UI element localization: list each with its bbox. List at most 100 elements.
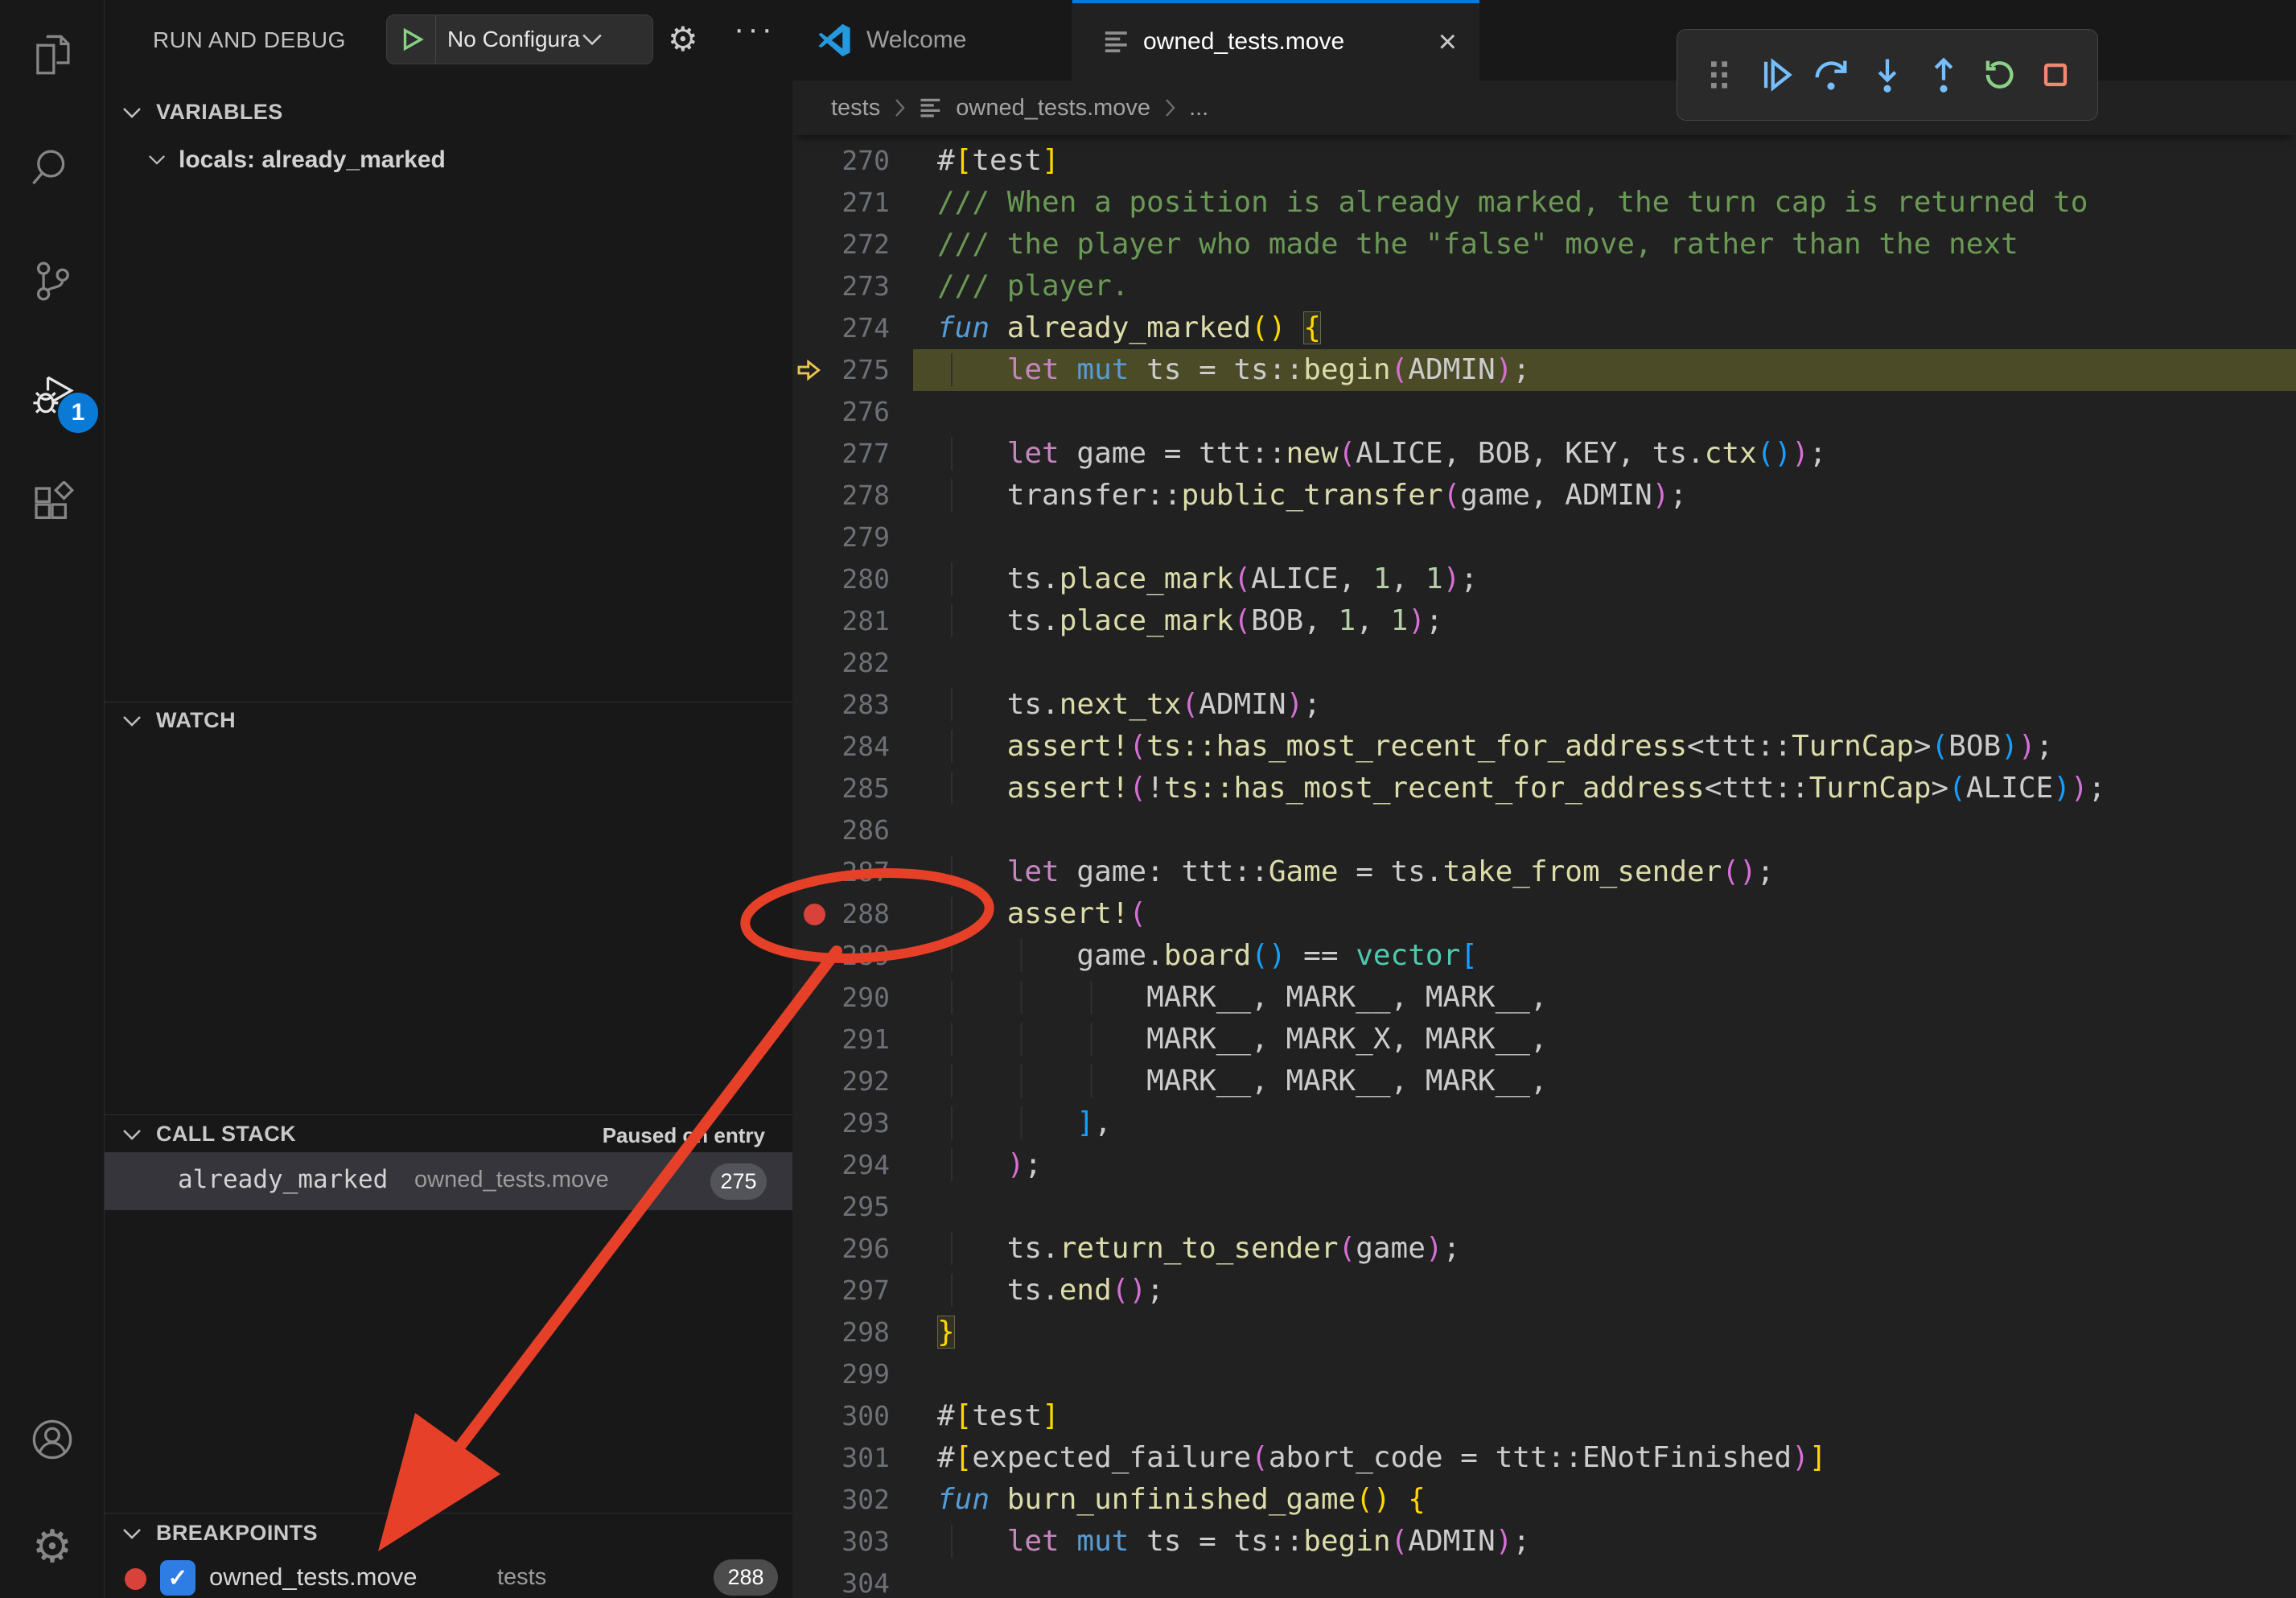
gutter[interactable]: 287 (792, 851, 937, 893)
gutter[interactable]: 283 (792, 684, 937, 726)
code-line-271[interactable]: 271/// When a position is already marked… (792, 182, 2296, 224)
code-line-284[interactable]: 284 assert!(ts::has_most_recent_for_addr… (792, 726, 2296, 768)
call-stack-frame-row[interactable]: already_marked owned_tests.move 275 (105, 1152, 792, 1210)
code-line-276[interactable]: 276 (792, 391, 2296, 433)
breakpoint-checkbox[interactable]: ✓ (160, 1560, 195, 1596)
code-line-286[interactable]: 286 (792, 809, 2296, 851)
code-line-279[interactable]: 279 (792, 517, 2296, 558)
gutter[interactable]: 276 (792, 391, 937, 433)
gutter[interactable]: 285 (792, 768, 937, 809)
code-line-294[interactable]: 294 ); (792, 1144, 2296, 1186)
code-line-292[interactable]: 292 MARK__, MARK__, MARK__, (792, 1061, 2296, 1102)
tab-welcome[interactable]: Welcome (792, 0, 1072, 80)
code-line-273[interactable]: 273/// player. (792, 266, 2296, 307)
activity-run-and-debug[interactable]: 1 (0, 349, 105, 438)
close-icon[interactable]: × (1438, 26, 1457, 58)
gutter[interactable]: 293 (792, 1102, 937, 1144)
gutter[interactable]: 274 (792, 307, 937, 349)
gutter[interactable]: 299 (792, 1353, 937, 1395)
gutter[interactable]: 302 (792, 1479, 937, 1521)
gutter[interactable]: 275 (792, 349, 937, 391)
stop-button[interactable] (2031, 43, 2080, 107)
activity-settings[interactable]: ⚙ (0, 1503, 105, 1592)
code-line-300[interactable]: 300#[test] (792, 1395, 2296, 1437)
gutter[interactable]: 271 (792, 182, 937, 224)
code-line-301[interactable]: 301#[expected_failure(abort_code = ttt::… (792, 1437, 2296, 1479)
breakpoint-list-item[interactable]: ✓ owned_tests.move tests 288 (105, 1556, 792, 1598)
code-line-303[interactable]: 303 let mut ts = ts::begin(ADMIN); (792, 1521, 2296, 1563)
code-line-296[interactable]: 296 ts.return_to_sender(game); (792, 1228, 2296, 1270)
code-line-270[interactable]: 270#[test] (792, 140, 2296, 182)
code-line-282[interactable]: 282 (792, 642, 2296, 684)
gutter[interactable]: 278 (792, 475, 937, 517)
gutter[interactable]: 301 (792, 1437, 937, 1479)
code-line-277[interactable]: 277 let game = ttt::new(ALICE, BOB, KEY,… (792, 433, 2296, 475)
gutter[interactable]: 303 (792, 1521, 937, 1563)
tab-owned-tests[interactable]: owned_tests.move × (1072, 0, 1479, 80)
code-line-275[interactable]: 275 let mut ts = ts::begin(ADMIN); (792, 349, 2296, 391)
code-line-289[interactable]: 289 game.board() == vector[ (792, 935, 2296, 977)
gutter[interactable]: 281 (792, 600, 937, 642)
code-line-278[interactable]: 278 transfer::public_transfer(game, ADMI… (792, 475, 2296, 517)
more-actions-icon[interactable]: ··· (734, 11, 776, 47)
gutter[interactable]: 286 (792, 809, 937, 851)
launch-configuration-dropdown[interactable]: No Configura (386, 14, 653, 64)
gutter[interactable]: 298 (792, 1312, 937, 1353)
gutter[interactable]: 282 (792, 642, 937, 684)
gutter[interactable]: 297 (792, 1270, 937, 1312)
drag-grip-icon[interactable] (1695, 43, 1743, 107)
code-line-291[interactable]: 291 MARK__, MARK_X, MARK__, (792, 1019, 2296, 1061)
code-line-283[interactable]: 283 ts.next_tx(ADMIN); (792, 684, 2296, 726)
activity-account[interactable] (0, 1395, 105, 1484)
code-line-281[interactable]: 281 ts.place_mark(BOB, 1, 1); (792, 600, 2296, 642)
gutter[interactable]: 289 (792, 935, 937, 977)
gutter[interactable]: 300 (792, 1395, 937, 1437)
activity-source-control[interactable] (0, 237, 105, 325)
gutter[interactable]: 295 (792, 1186, 937, 1228)
code-line-287[interactable]: 287 let game: ttt::Game = ts.take_from_s… (792, 851, 2296, 893)
gutter[interactable]: 304 (792, 1563, 937, 1598)
gutter[interactable]: 272 (792, 224, 937, 266)
gutter[interactable]: 288 (792, 893, 937, 935)
section-breakpoints[interactable]: BREAKPOINTS (105, 1518, 792, 1553)
section-call-stack[interactable]: CALL STACK Paused on entry (105, 1118, 792, 1154)
gutter[interactable]: 296 (792, 1228, 937, 1270)
code-line-295[interactable]: 295 (792, 1186, 2296, 1228)
code-line-290[interactable]: 290 MARK__, MARK__, MARK__, (792, 977, 2296, 1019)
gutter[interactable]: 291 (792, 1019, 937, 1061)
code-line-274[interactable]: 274fun already_marked() { (792, 307, 2296, 349)
continue-button[interactable] (1751, 43, 1800, 107)
code-line-302[interactable]: 302fun burn_unfinished_game() { (792, 1479, 2296, 1521)
step-out-button[interactable] (1920, 43, 1968, 107)
breadcrumb-item[interactable]: ... (1189, 95, 1208, 121)
variables-scope-locals[interactable]: locals: already_marked (105, 140, 792, 182)
breakpoint-dot-icon[interactable] (804, 904, 825, 925)
gear-icon[interactable]: ⚙ (668, 19, 698, 59)
step-over-button[interactable] (1807, 43, 1855, 107)
code-line-285[interactable]: 285 assert!(!ts::has_most_recent_for_add… (792, 768, 2296, 809)
code-line-298[interactable]: 298} (792, 1312, 2296, 1353)
code-line-280[interactable]: 280 ts.place_mark(ALICE, 1, 1); (792, 558, 2296, 600)
code-line-299[interactable]: 299 (792, 1353, 2296, 1395)
code-line-297[interactable]: 297 ts.end(); (792, 1270, 2296, 1312)
activity-search[interactable] (0, 124, 105, 212)
breadcrumb-item[interactable]: owned_tests.move (956, 95, 1150, 121)
gutter[interactable]: 279 (792, 517, 937, 558)
gutter[interactable]: 284 (792, 726, 937, 768)
gutter[interactable]: 277 (792, 433, 937, 475)
gutter[interactable]: 294 (792, 1144, 937, 1186)
breadcrumb-item[interactable]: tests (831, 95, 880, 121)
code-line-288[interactable]: 288 assert!( (792, 893, 2296, 935)
restart-button[interactable] (1976, 43, 2024, 107)
code-line-272[interactable]: 272/// the player who made the "false" m… (792, 224, 2296, 266)
activity-extensions[interactable] (0, 460, 105, 549)
gutter[interactable]: 292 (792, 1061, 937, 1102)
code-line-293[interactable]: 293 ], (792, 1102, 2296, 1144)
activity-explorer[interactable] (0, 11, 105, 100)
gutter[interactable]: 290 (792, 977, 937, 1019)
gutter[interactable]: 273 (792, 266, 937, 307)
gutter[interactable]: 280 (792, 558, 937, 600)
section-watch[interactable]: WATCH (105, 705, 792, 740)
code-line-304[interactable]: 304 (792, 1563, 2296, 1598)
step-into-button[interactable] (1863, 43, 1911, 107)
